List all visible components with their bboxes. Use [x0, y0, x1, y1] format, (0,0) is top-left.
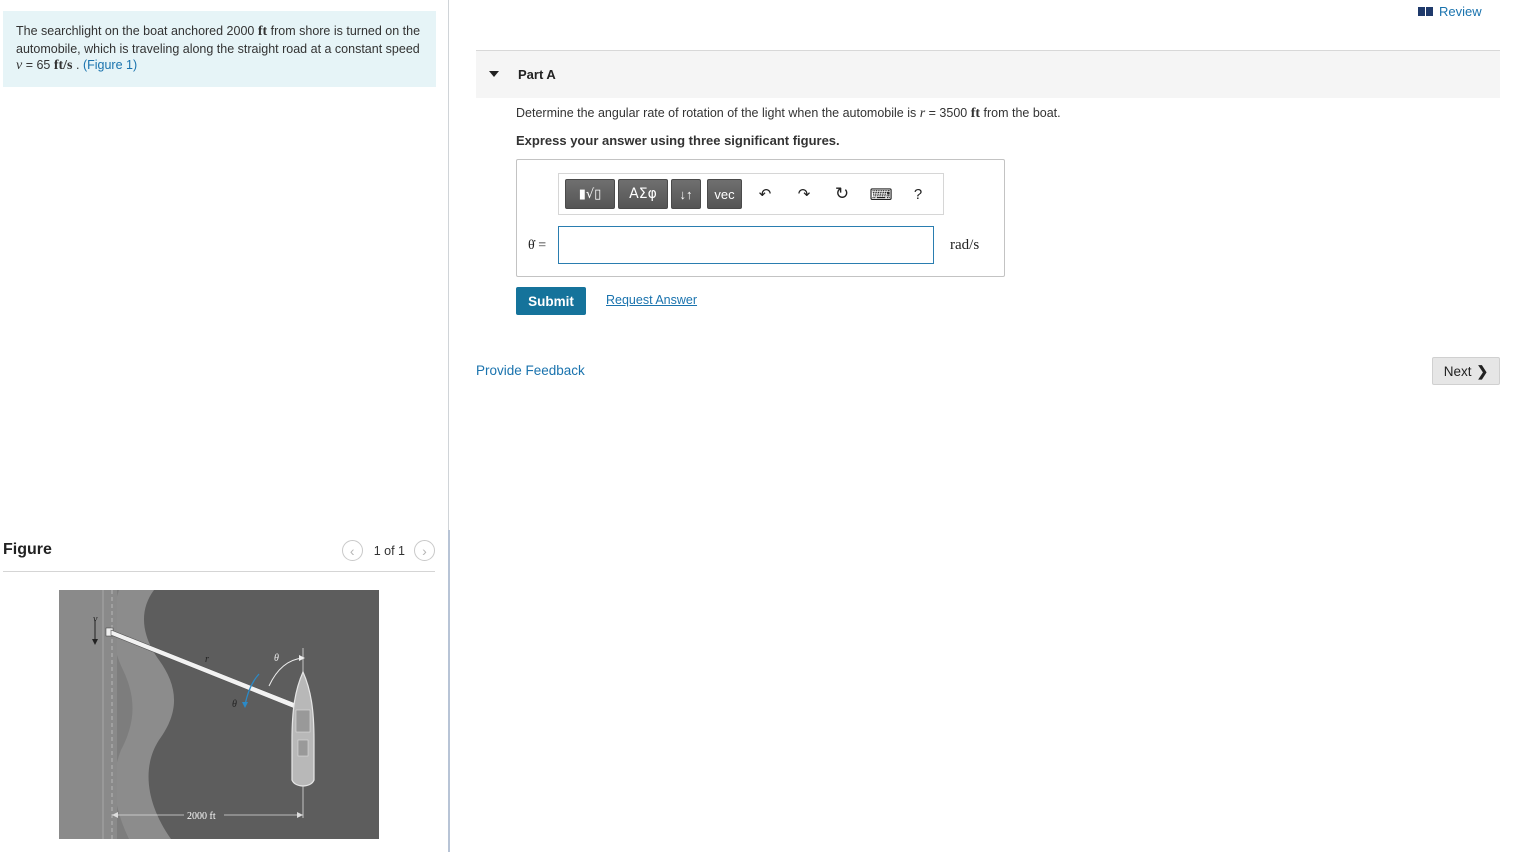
- submit-button[interactable]: Submit: [516, 287, 586, 315]
- answer-unit: rad/s: [950, 237, 980, 253]
- figure-pager: ‹ 1 of 1 ›: [341, 540, 435, 561]
- chevron-left-icon: ‹: [349, 542, 355, 559]
- chevron-right-icon: ❯: [1476, 362, 1489, 379]
- answer-input[interactable]: [558, 226, 934, 264]
- panel-divider-accent: [448, 530, 450, 852]
- figure-image: v r θ θ 2000 ft: [59, 590, 379, 839]
- problem-statement: The searchlight on the boat anchored 200…: [3, 11, 436, 87]
- vec-button[interactable]: vec: [707, 179, 742, 209]
- part-title: Part A: [518, 67, 556, 82]
- fig-label-distance: 2000 ft: [187, 811, 216, 822]
- speed-value: = 65: [22, 58, 54, 73]
- provide-feedback-link[interactable]: Provide Feedback: [476, 363, 585, 378]
- answer-box: ▮√▯ ΑΣφ ↓↑ vec ↶ ↷ ↻ ⌨ ? θ̇ = rad/s: [516, 159, 1005, 277]
- speed-unit: ft/s: [53, 58, 73, 74]
- figure-link[interactable]: (Figure 1): [83, 58, 137, 72]
- review-label: Review: [1439, 4, 1482, 19]
- reset-icon[interactable]: ↻: [832, 183, 852, 205]
- undo-icon[interactable]: ↶: [755, 183, 775, 205]
- caret-down-icon: [489, 71, 499, 77]
- fig-label-r: r: [205, 654, 209, 665]
- review-link[interactable]: Review: [1418, 4, 1482, 19]
- math-toolbar: ▮√▯ ΑΣφ ↓↑ vec ↶ ↷ ↻ ⌨ ?: [558, 173, 944, 215]
- fig-label-theta-top: θ: [274, 653, 279, 664]
- answer-label: θ̇ =: [528, 238, 547, 253]
- help-icon[interactable]: ?: [909, 183, 927, 205]
- redo-icon[interactable]: ↷: [794, 183, 814, 205]
- unit-ft: ft: [257, 24, 268, 39]
- arrows-button[interactable]: ↓↑: [671, 179, 701, 209]
- question-unit: ft: [970, 106, 981, 121]
- keyboard-icon[interactable]: ⌨: [869, 183, 893, 205]
- chevron-right-icon: ›: [422, 542, 427, 559]
- fig-label-theta-mid: θ: [232, 699, 237, 710]
- question-text: Determine the angular rate of rotation o…: [516, 106, 1061, 122]
- left-panel: The searchlight on the boat anchored 200…: [0, 0, 449, 852]
- question-eq: = 3500: [925, 106, 971, 120]
- figure-header: Figure ‹ 1 of 1 ›: [3, 532, 435, 572]
- problem-text-3: .: [72, 58, 83, 73]
- next-figure-button[interactable]: ›: [414, 540, 435, 561]
- prev-figure-button[interactable]: ‹: [341, 540, 363, 561]
- question-post: from the boat.: [980, 106, 1061, 120]
- next-button[interactable]: Next ❯: [1432, 357, 1500, 385]
- greek-button[interactable]: ΑΣφ: [618, 179, 668, 209]
- figure-title: Figure: [3, 541, 52, 558]
- fig-label-v: v: [93, 614, 98, 625]
- next-label: Next: [1443, 363, 1472, 379]
- templates-button[interactable]: ▮√▯: [565, 179, 615, 209]
- instruction-text: Express your answer using three signific…: [516, 133, 840, 148]
- pager-text: 1 of 1: [373, 543, 405, 558]
- part-a-header[interactable]: Part A: [476, 50, 1500, 98]
- request-answer-link[interactable]: Request Answer: [606, 293, 697, 307]
- question-pre: Determine the angular rate of rotation o…: [516, 106, 920, 120]
- problem-text-1: The searchlight on the boat anchored 200…: [16, 24, 258, 38]
- book-icon: [1418, 7, 1433, 16]
